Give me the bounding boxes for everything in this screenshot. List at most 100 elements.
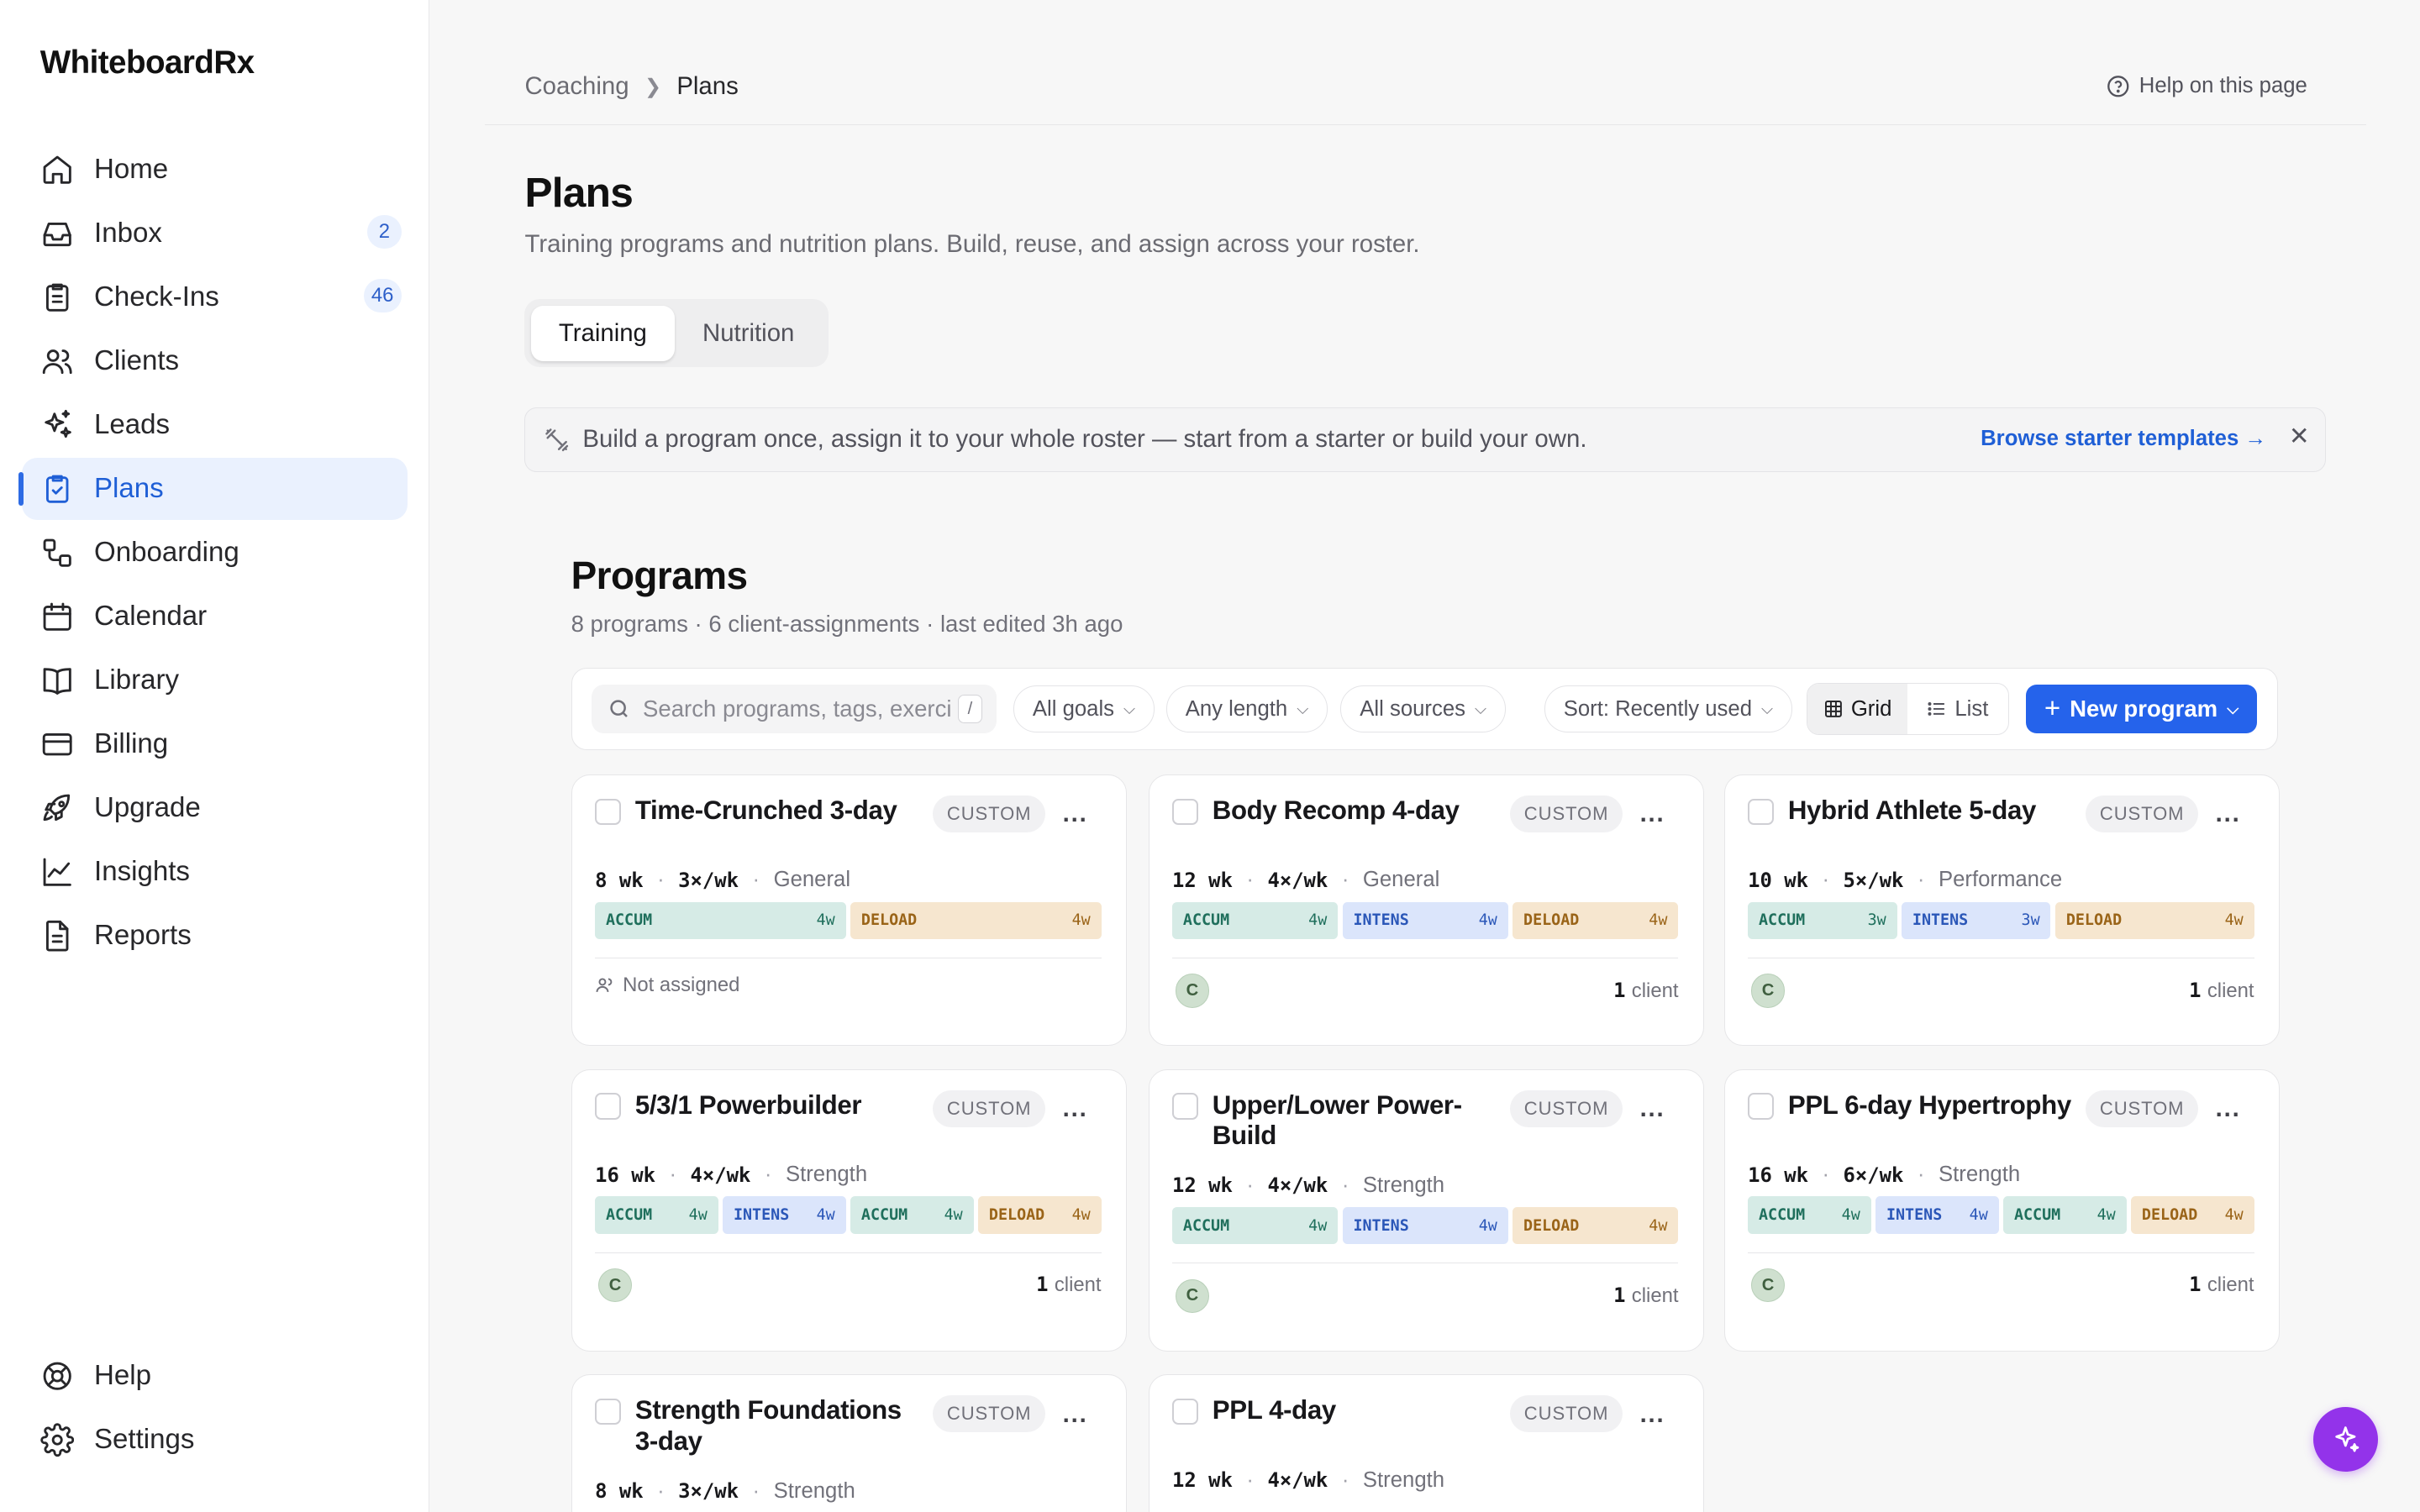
goals-filter[interactable]: All goals ⌵ xyxy=(1013,685,1155,732)
sidebar-item-calendar[interactable]: Calendar xyxy=(22,585,408,647)
program-card[interactable]: Hybrid Athlete 5-day CUSTOM... 10 wk · 5×/wk… xyxy=(1723,774,2280,1047)
sidebar-item-reports[interactable]: Reports xyxy=(22,905,408,966)
sidebar-item-inbox[interactable]: Inbox 2 xyxy=(22,202,408,264)
client-avatar[interactable]: C xyxy=(1750,974,1786,1008)
phase-name: DELOAD xyxy=(1523,911,1580,930)
sidebar-item-upgrade[interactable]: Upgrade xyxy=(22,777,408,838)
close-icon[interactable]: ✕ xyxy=(2289,422,2310,451)
program-title[interactable]: Body Recomp 4-day xyxy=(1213,795,1498,827)
sidebar-item-check-ins[interactable]: Check-Ins 46 xyxy=(22,266,408,328)
meta-separator: · xyxy=(657,1478,665,1503)
program-frequency: 4×/wk xyxy=(1267,868,1328,892)
more-options-icon[interactable]: ... xyxy=(1063,1095,1088,1123)
program-title[interactable]: Hybrid Athlete 5-day xyxy=(1788,795,2074,827)
select-checkbox[interactable] xyxy=(595,1399,622,1425)
breadcrumb-current: Plans xyxy=(676,72,739,101)
more-options-icon[interactable]: ... xyxy=(1640,800,1665,828)
program-title[interactable]: PPL 6-day Hypertrophy xyxy=(1788,1090,2074,1121)
help-on-page-link[interactable]: Help on this page xyxy=(2107,74,2307,98)
sidebar-item-help[interactable]: Help xyxy=(22,1346,408,1407)
sidebar-item-clients[interactable]: Clients xyxy=(22,330,408,391)
card-footer: C 1 client xyxy=(1748,1252,2254,1303)
select-checkbox[interactable] xyxy=(595,1093,622,1120)
lifebuoy-icon xyxy=(40,1359,74,1393)
sidebar-item-billing[interactable]: Billing xyxy=(22,713,408,774)
inbox-icon xyxy=(40,217,74,250)
select-checkbox[interactable] xyxy=(595,798,622,825)
page-subtitle: Training programs and nutrition plans. B… xyxy=(524,229,1420,258)
more-options-icon[interactable]: ... xyxy=(1640,1400,1665,1429)
tab-nutrition[interactable]: Nutrition xyxy=(675,306,822,361)
sidebar-item-insights[interactable]: Insights xyxy=(22,841,408,902)
program-card[interactable]: Body Recomp 4-day CUSTOM... 12 wk · 4×/wk · Ge… xyxy=(1148,774,1704,1047)
client-avatar[interactable]: C xyxy=(597,1268,633,1303)
client-count[interactable]: 1 client xyxy=(2189,1273,2254,1297)
program-card[interactable]: PPL 6-day Hypertrophy CUSTOM... 16 wk · 6×/w… xyxy=(1723,1068,2280,1352)
program-card[interactable]: Strength Foundations 3-day CUSTOM... 8 wk ·… xyxy=(571,1374,1127,1512)
grid-view-button[interactable]: Grid xyxy=(1807,683,1908,735)
more-options-icon[interactable]: ... xyxy=(1640,1095,1665,1123)
client-avatar[interactable]: C xyxy=(1175,1278,1210,1314)
sidebar-item-label: Library xyxy=(94,664,180,696)
new-program-button[interactable]: + New program ⌵ xyxy=(2025,684,2258,734)
program-card[interactable]: PPL 4-day CUSTOM... 12 wk · 4×/wk · Strength xyxy=(1148,1374,1704,1512)
meta-separator: · xyxy=(764,1163,772,1187)
select-checkbox[interactable] xyxy=(1748,798,1775,825)
program-goal: General xyxy=(773,868,851,892)
meta-separator: · xyxy=(752,1478,760,1503)
program-card[interactable]: 5/3/1 Powerbuilder CUSTOM... 16 wk · 4×/wk · S… xyxy=(571,1068,1127,1352)
program-card[interactable]: Time-Crunched 3-day CUSTOM... 8 wk · 3×/wk · G… xyxy=(571,774,1127,1047)
app-logo[interactable]: WhiteboardRx xyxy=(40,45,255,81)
breadcrumb-parent[interactable]: Coaching xyxy=(524,72,629,101)
sidebar-nav: Home Inbox 2 Check-Ins 46 Clients Leads Plans On… xyxy=(18,139,408,969)
sidebar-item-library[interactable]: Library xyxy=(22,649,408,711)
program-title[interactable]: Time-Crunched 3-day xyxy=(635,795,921,827)
chevron-down-icon: ⌵ xyxy=(1123,700,1135,718)
program-length: 12 wk xyxy=(1172,1468,1233,1493)
program-title[interactable]: Upper/Lower Power-Build xyxy=(1213,1090,1498,1152)
program-title[interactable]: Strength Foundations 3-day xyxy=(635,1395,921,1457)
search-input[interactable] xyxy=(643,696,952,723)
more-options-icon[interactable]: ... xyxy=(2216,1095,2241,1123)
more-options-icon[interactable]: ... xyxy=(1063,1400,1088,1429)
more-options-icon[interactable]: ... xyxy=(1063,800,1088,828)
select-checkbox[interactable] xyxy=(1748,1093,1775,1120)
select-checkbox[interactable] xyxy=(1172,1093,1199,1120)
client-count[interactable]: 1 client xyxy=(1036,1273,1101,1297)
source-badge: CUSTOM xyxy=(1510,795,1623,832)
sort-dropdown[interactable]: Sort: Recently used ⌵ xyxy=(1544,685,1792,732)
client-avatar[interactable]: C xyxy=(1750,1268,1786,1303)
client-count[interactable]: 1 client xyxy=(2189,979,2254,1003)
sources-filter[interactable]: All sources ⌵ xyxy=(1340,685,1506,732)
ai-assistant-button[interactable] xyxy=(2313,1407,2379,1473)
client-count[interactable]: 1 client xyxy=(1613,1284,1678,1308)
sidebar-item-onboarding[interactable]: Onboarding xyxy=(22,522,408,583)
phase-name: INTENS xyxy=(733,1205,790,1224)
sidebar-nav-bottom: Help Settings xyxy=(22,1346,408,1473)
more-options-icon[interactable]: ... xyxy=(2216,800,2241,828)
list-view-button[interactable]: List xyxy=(1907,684,2007,734)
client-avatar[interactable]: C xyxy=(1175,974,1210,1008)
meta-separator: · xyxy=(1822,868,1830,892)
not-assigned-status: Not assigned xyxy=(595,974,739,997)
phase-block-deload: DELOAD 4w xyxy=(1512,901,1679,939)
program-title[interactable]: PPL 4-day xyxy=(1213,1395,1498,1426)
tab-training[interactable]: Training xyxy=(530,305,675,361)
sidebar-item-leads[interactable]: Leads xyxy=(22,394,408,455)
program-title[interactable]: 5/3/1 Powerbuilder xyxy=(635,1090,921,1121)
phase-weeks: 4w xyxy=(816,1205,835,1224)
client-count[interactable]: 1 client xyxy=(1613,979,1678,1003)
list-view-label: List xyxy=(1954,696,1989,721)
sidebar-item-settings[interactable]: Settings xyxy=(22,1410,408,1471)
sidebar-item-home[interactable]: Home xyxy=(22,139,408,200)
select-checkbox[interactable] xyxy=(1172,798,1199,825)
phase-timeline: ACCUM 4w INTENS 4w DELOAD 4w xyxy=(1172,1207,1679,1245)
phase-timeline: ACCUM 4w INTENS 4w ACCUM 4w DELOAD 4w xyxy=(1748,1196,2254,1234)
phase-block-intens: INTENS 4w xyxy=(1342,901,1508,939)
select-checkbox[interactable] xyxy=(1172,1399,1199,1425)
phase-timeline: ACCUM 4w INTENS 4w DELOAD 4w xyxy=(1172,901,1679,939)
program-card[interactable]: Upper/Lower Power-Build CUSTOM... 12 wk · 4×… xyxy=(1148,1068,1704,1352)
browse-templates-link[interactable]: Browse starter templates → xyxy=(1981,427,2266,451)
length-filter[interactable]: Any length ⌵ xyxy=(1165,685,1328,732)
sidebar-item-plans[interactable]: Plans xyxy=(18,458,408,520)
